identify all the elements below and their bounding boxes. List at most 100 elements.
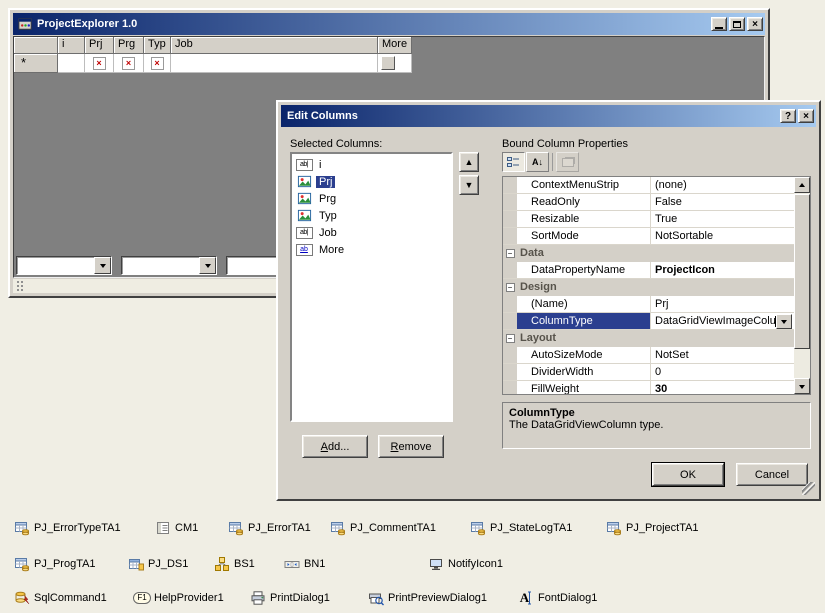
cell-prg[interactable]: × [114, 54, 144, 73]
property-row-selected[interactable]: ColumnType DataGridViewImageColumn [503, 313, 794, 330]
property-value[interactable]: (none) [651, 177, 794, 193]
cell-more[interactable] [378, 54, 412, 73]
list-item-prg[interactable]: Prg [292, 190, 451, 207]
property-pages-button[interactable] [556, 152, 579, 172]
component-item[interactable]: F1 HelpProvider1 [133, 589, 224, 606]
property-name[interactable]: ColumnType [517, 313, 651, 329]
property-row[interactable]: FillWeight 30 [503, 381, 794, 394]
property-row[interactable]: ReadOnly False [503, 194, 794, 211]
ok-button[interactable]: OK [652, 463, 724, 486]
grid-corner-cell[interactable] [14, 37, 58, 54]
main-window-titlebar[interactable]: ProjectExplorer 1.0 × [13, 13, 765, 35]
cell-prj[interactable]: × [85, 54, 114, 73]
move-up-button[interactable]: ▲ [459, 152, 479, 172]
property-value[interactable]: 30 [651, 381, 794, 394]
column-header-i[interactable]: i [58, 37, 85, 54]
help-button[interactable]: ? [780, 109, 796, 123]
property-name[interactable]: Resizable [517, 211, 651, 227]
dropdown-button[interactable] [94, 257, 111, 274]
category-row[interactable]: − Data [503, 245, 794, 262]
component-item[interactable]: BN1 [284, 555, 325, 572]
column-header-job[interactable]: Job [171, 37, 378, 54]
property-row[interactable]: DividerWidth 0 [503, 364, 794, 381]
property-name[interactable]: DataPropertyName [517, 262, 651, 278]
property-row[interactable]: DataPropertyName ProjectIcon [503, 262, 794, 279]
property-value[interactable]: False [651, 194, 794, 210]
component-item[interactable]: PJ_CommentTA1 [330, 519, 436, 536]
property-name[interactable]: AutoSizeMode [517, 347, 651, 363]
dropdown-button[interactable] [776, 314, 792, 329]
component-item[interactable]: PJ_DS1 [128, 555, 188, 572]
property-name[interactable]: DividerWidth [517, 364, 651, 380]
list-item-more[interactable]: ab More [292, 241, 451, 258]
list-item-prj[interactable]: Prj [292, 173, 451, 190]
component-item[interactable]: PJ_StateLogTA1 [470, 519, 572, 536]
cancel-button[interactable]: Cancel [736, 463, 808, 486]
dialog-titlebar[interactable]: Edit Columns ? × [281, 105, 816, 127]
category-row[interactable]: − Layout [503, 330, 794, 347]
property-row[interactable]: Resizable True [503, 211, 794, 228]
property-value[interactable]: ProjectIcon [651, 262, 794, 278]
dialog-close-button[interactable]: × [798, 109, 814, 123]
cell-job[interactable] [171, 54, 378, 73]
add-button[interactable]: Add... [302, 435, 368, 458]
property-name[interactable]: ReadOnly [517, 194, 651, 210]
property-value[interactable]: 0 [651, 364, 794, 380]
component-item[interactable]: SqlCommand1 [14, 589, 107, 606]
vertical-scrollbar[interactable] [794, 177, 810, 394]
property-value[interactable]: NotSortable [651, 228, 794, 244]
property-name[interactable]: SortMode [517, 228, 651, 244]
remove-button[interactable]: Remove [378, 435, 444, 458]
resize-grip[interactable] [802, 482, 815, 495]
datagridview[interactable]: i Prj Prg Typ Job More * × × × [14, 37, 412, 73]
cell-typ[interactable]: × [144, 54, 171, 73]
collapse-icon[interactable]: − [505, 282, 515, 292]
alphabetical-button[interactable]: A↓ [526, 152, 549, 172]
collapse-icon[interactable]: − [505, 248, 515, 258]
component-item[interactable]: PrintPreviewDialog1 [368, 589, 487, 606]
column-header-more[interactable]: More [378, 37, 412, 54]
column-header-prj[interactable]: Prj [85, 37, 114, 54]
property-row[interactable]: ContextMenuStrip (none) [503, 177, 794, 194]
scroll-down-button[interactable] [794, 378, 810, 394]
close-button[interactable]: × [747, 17, 763, 31]
property-value[interactable]: NotSet [651, 347, 794, 363]
property-name[interactable]: FillWeight [517, 381, 651, 394]
dropdown-button[interactable] [199, 257, 216, 274]
component-item[interactable]: A FontDialog1 [518, 589, 598, 606]
component-item[interactable]: PJ_ProjectTA1 [606, 519, 699, 536]
column-header-typ[interactable]: Typ [144, 37, 171, 54]
list-item-typ[interactable]: Typ [292, 207, 451, 224]
property-name[interactable]: ContextMenuStrip [517, 177, 651, 193]
categorized-button[interactable] [502, 152, 525, 172]
component-item[interactable]: PrintDialog1 [250, 589, 330, 606]
minimize-button[interactable] [711, 17, 727, 31]
category-row[interactable]: − Design [503, 279, 794, 296]
component-item[interactable]: PJ_ProgTA1 [14, 555, 96, 572]
property-row[interactable]: (Name) Prj [503, 296, 794, 313]
property-row[interactable]: AutoSizeMode NotSet [503, 347, 794, 364]
grip-icon[interactable] [17, 281, 23, 291]
component-item[interactable]: PJ_ErrorTA1 [228, 519, 311, 536]
combobox-2[interactable] [121, 256, 217, 275]
component-item[interactable]: NotifyIcon1 [428, 555, 503, 572]
property-value-editor[interactable]: DataGridViewImageColumn [651, 313, 794, 329]
property-value[interactable]: True [651, 211, 794, 227]
component-item[interactable]: CM1 [155, 519, 198, 536]
collapse-icon[interactable]: − [505, 333, 515, 343]
component-item[interactable]: PJ_ErrorTypeTA1 [14, 519, 121, 536]
combobox-1[interactable] [16, 256, 112, 275]
move-down-button[interactable]: ▼ [459, 175, 479, 195]
scrollbar-thumb[interactable] [794, 194, 810, 349]
scroll-up-button[interactable] [794, 177, 810, 193]
property-row[interactable]: SortMode NotSortable [503, 228, 794, 245]
component-item[interactable]: BS1 [214, 555, 255, 572]
property-value[interactable]: Prj [651, 296, 794, 312]
property-name[interactable]: (Name) [517, 296, 651, 312]
maximize-button[interactable] [729, 17, 745, 31]
cell-i[interactable] [58, 54, 85, 73]
selected-columns-list[interactable]: ab| i Prj Prg Typ ab| Job ab More [290, 152, 453, 422]
column-header-prg[interactable]: Prg [114, 37, 144, 54]
new-row-header[interactable]: * [14, 54, 58, 73]
list-item-job[interactable]: ab| Job [292, 224, 451, 241]
